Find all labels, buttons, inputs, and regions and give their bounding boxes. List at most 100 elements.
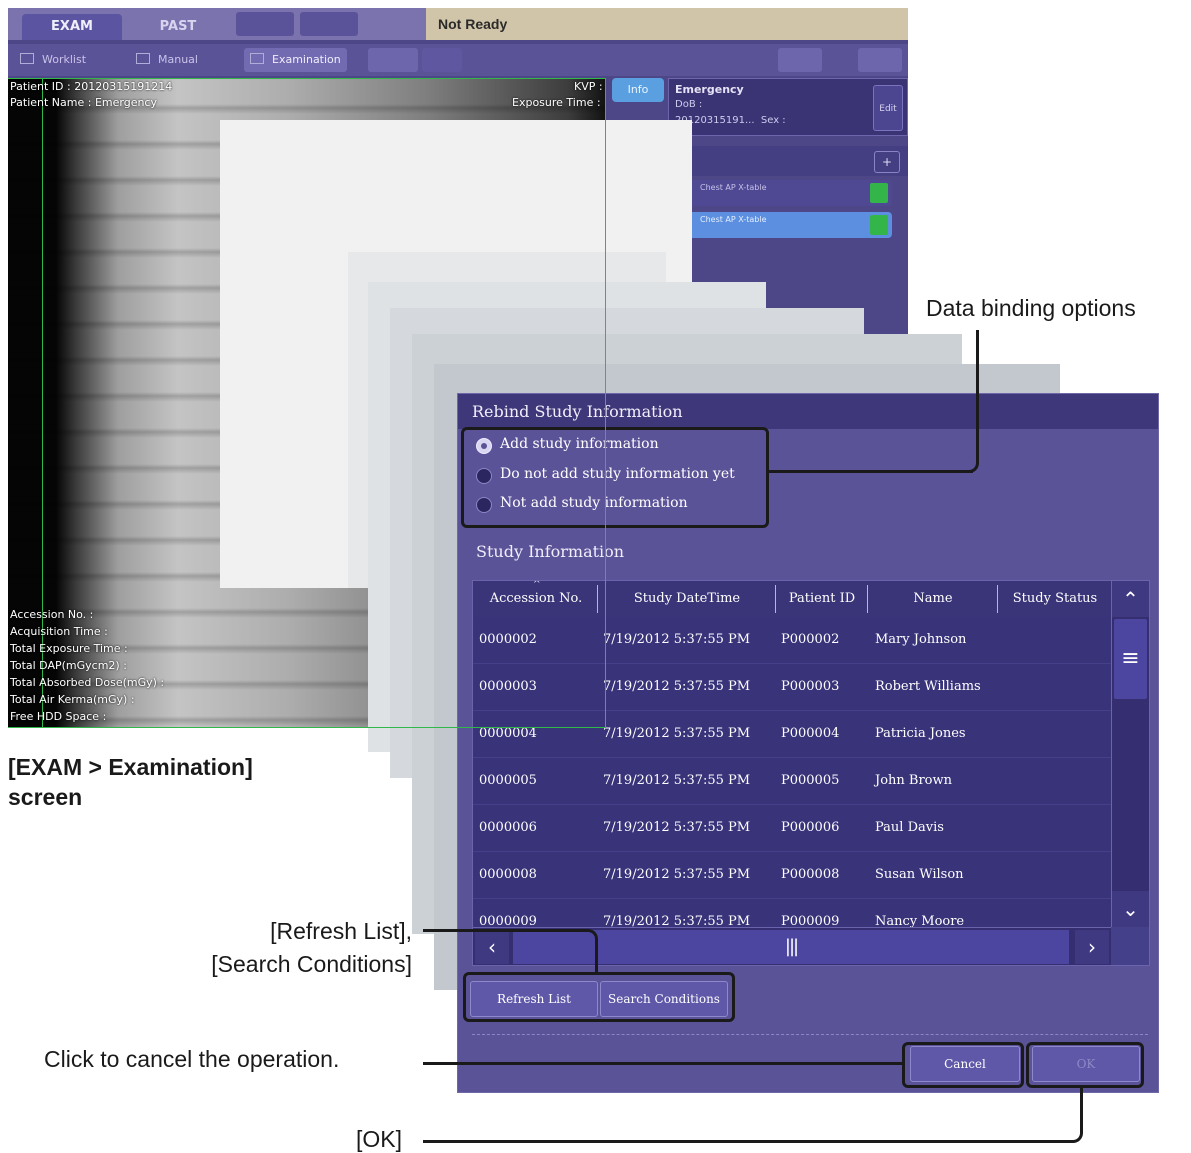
nav-worklist[interactable]: Worklist — [20, 48, 86, 72]
examination-icon — [250, 53, 264, 64]
column-divider[interactable] — [597, 585, 598, 613]
scroll-right-icon[interactable]: › — [1075, 930, 1109, 964]
tab-exam[interactable]: EXAM — [22, 14, 122, 40]
overlay-patient-name: Patient Name : Emergency — [10, 96, 157, 109]
column-study-datetime[interactable]: Study DateTime — [599, 581, 775, 617]
callout-binding-options-box — [461, 427, 769, 528]
cell-patient-id: P000008 — [781, 867, 840, 882]
refresh-search-line1: [Refresh List], — [270, 918, 412, 944]
table-row[interactable]: 0000002 7/19/2012 5:37:55 PM P000002 Mar… — [473, 617, 1111, 663]
cell-name: Patricia Jones — [875, 726, 966, 741]
cell-datetime: 7/19/2012 5:37:55 PM — [603, 726, 751, 741]
leader-line — [423, 929, 583, 932]
status-area: Not Ready — [426, 8, 908, 40]
ok-annotation: [OK] — [356, 1126, 403, 1152]
vertical-scrollbar[interactable]: ⌃ ≡ ⌄ — [1111, 581, 1149, 927]
dialog-title-bar: Rebind Study Information — [458, 394, 1158, 429]
grid-view-button[interactable] — [422, 48, 462, 72]
dr-mode-button[interactable] — [300, 12, 358, 36]
info-button[interactable]: Info — [612, 78, 664, 102]
online-button[interactable] — [858, 48, 902, 72]
worklist-icon — [20, 53, 34, 64]
exam-nav-bar: Worklist Manual Examination — [8, 44, 908, 76]
cell-name: Mary Johnson — [875, 632, 967, 647]
tab-past[interactable]: PAST — [126, 14, 230, 40]
column-divider[interactable] — [775, 585, 776, 613]
manual-icon — [136, 53, 150, 64]
column-divider[interactable] — [867, 585, 868, 613]
cell-patient-id: P000005 — [781, 773, 840, 788]
table-row[interactable]: 0000004 7/19/2012 5:37:55 PM P000004 Pat… — [473, 711, 1111, 757]
cell-patient-id: P000002 — [781, 632, 840, 647]
cell-accession: 0000003 — [479, 679, 537, 694]
cell-datetime: 7/19/2012 5:37:55 PM — [603, 632, 751, 647]
status-text: Not Ready — [438, 16, 508, 32]
vertical-scroll-thumb[interactable]: ≡ — [1114, 619, 1147, 699]
nav-examination[interactable]: Examination — [244, 48, 347, 72]
divider — [472, 1034, 1148, 1035]
column-label: Accession No. — [489, 591, 583, 606]
overlay-acquisition-time: Acquisition Time : — [10, 625, 108, 638]
nav-manual-label: Manual — [158, 53, 198, 66]
cancel-annotation: Click to cancel the operation. — [44, 1046, 340, 1072]
overlay-kvp: KVP : — [574, 80, 603, 93]
column-accession-no[interactable]: ^ Accession No. — [477, 581, 595, 617]
leader-line — [767, 470, 973, 473]
refresh-search-annotation: [Refresh List], [Search Conditions] — [168, 915, 412, 981]
sort-ascending-icon: ^ — [533, 580, 541, 590]
overlay-patient-id: Patient ID : 20120315191214 — [10, 80, 173, 93]
scroll-down-icon[interactable]: ⌄ — [1112, 891, 1149, 927]
table-row[interactable]: 0000005 7/19/2012 5:37:55 PM P000005 Joh… — [473, 758, 1111, 804]
cell-patient-id: P000006 — [781, 820, 840, 835]
cell-datetime: 7/19/2012 5:37:55 PM — [603, 679, 751, 694]
cell-name: John Brown — [875, 773, 953, 788]
overlay-free-hdd: Free HDD Space : — [10, 710, 107, 723]
exposure-check-icon — [870, 215, 888, 235]
leader-line — [960, 330, 979, 473]
horizontal-scrollbar[interactable]: ‹ ||| › — [473, 927, 1111, 965]
nav-worklist-label: Worklist — [42, 53, 87, 66]
edit-button[interactable]: Edit — [873, 85, 903, 131]
column-study-status[interactable]: Study Status — [999, 581, 1111, 617]
dialog-title: Rebind Study Information — [472, 402, 683, 421]
single-view-button[interactable] — [368, 48, 418, 72]
cell-name: Susan Wilson — [875, 867, 964, 882]
screen-caption-line2: screen — [8, 784, 83, 810]
exposure-item-label: Chest AP X-table — [700, 183, 767, 192]
table-row[interactable]: 0000008 7/19/2012 5:37:55 PM P000008 Sus… — [473, 852, 1111, 898]
overlay-accession: Accession No. : — [10, 608, 94, 621]
table-row[interactable]: 0000003 7/19/2012 5:37:55 PM P000003 Rob… — [473, 664, 1111, 710]
nav-examination-label: Examination — [272, 53, 341, 66]
scroll-left-icon[interactable]: ‹ — [475, 930, 509, 964]
exposure-check-icon — [870, 183, 888, 203]
patient-sex: Sex : — [760, 115, 786, 126]
column-divider[interactable] — [997, 585, 998, 613]
screen-caption: [EXAM > Examination] screen — [8, 752, 253, 812]
cr-mode-button[interactable] — [236, 12, 294, 36]
nav-manual[interactable]: Manual — [136, 48, 198, 72]
table-row[interactable]: 0000006 7/19/2012 5:37:55 PM P000006 Pau… — [473, 805, 1111, 851]
cell-accession: 0000005 — [479, 773, 537, 788]
screen-caption-line1: [EXAM > Examination] — [8, 754, 253, 780]
study-information-label: Study Information — [476, 542, 625, 561]
exposure-item-label: Chest AP X-table — [700, 215, 767, 224]
callout-ok-box — [1026, 1042, 1144, 1088]
overlay-total-dap: Total DAP(mGycm2) : — [10, 659, 127, 672]
cell-accession: 0000006 — [479, 820, 537, 835]
marker-line — [8, 78, 606, 79]
patient-dob: DoB : — [675, 99, 703, 110]
callout-cancel-box — [902, 1042, 1024, 1088]
leader-line — [423, 1087, 1083, 1143]
exit-button[interactable] — [778, 48, 822, 72]
add-exposure-button[interactable]: + — [874, 151, 900, 173]
refresh-search-line2: [Search Conditions] — [211, 951, 412, 977]
top-tab-bar: EXAM PAST Not Ready — [8, 8, 908, 40]
study-table: ^ Accession No. Study DateTime Patient I… — [472, 580, 1150, 966]
exposure-item-selected[interactable]: Chest AP X-table — [682, 212, 892, 238]
exposure-item[interactable]: Chest AP X-table — [682, 180, 892, 206]
patient-info-box: Emergency DoB : 20120315191... Sex : Edi… — [668, 78, 908, 136]
scroll-up-icon[interactable]: ⌃ — [1112, 581, 1149, 617]
column-name[interactable]: Name — [869, 581, 997, 617]
column-patient-id[interactable]: Patient ID — [777, 581, 867, 617]
cell-name: Paul Davis — [875, 820, 944, 835]
